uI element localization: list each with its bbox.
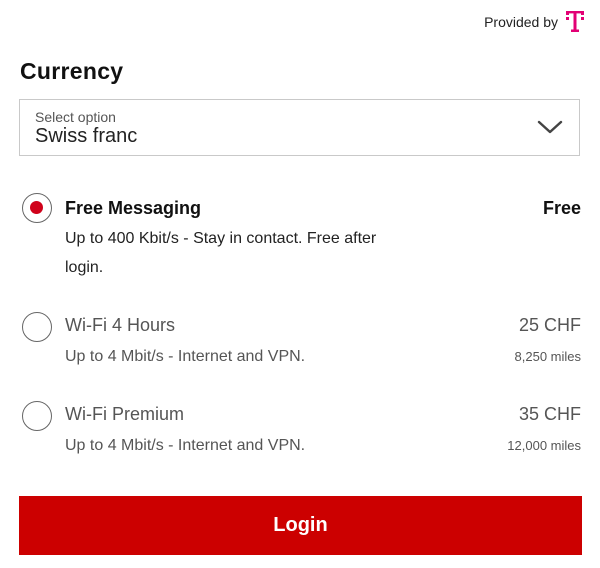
plan-option-wifi-4-hours[interactable]: Wi-Fi 4 Hours 25 CHF Up to 4 Mbit/s - In… (0, 310, 600, 370)
select-label: Select option (35, 109, 116, 125)
currency-select[interactable]: Select option Swiss franc (19, 99, 580, 156)
plan-description: Up to 4 Mbit/s - Internet and VPN. (65, 437, 306, 454)
plan-miles: 12,000 miles (507, 438, 581, 453)
plan-description: Up to 400 Kbit/s - Stay in contact. Free… (65, 230, 377, 276)
login-button[interactable]: Login (19, 496, 582, 555)
provided-by-label: Provided by (484, 14, 558, 30)
plan-option-free-messaging[interactable]: Free Messaging Free Up to 400 Kbit/s - S… (0, 192, 600, 284)
plan-price: Free (542, 198, 581, 218)
wifi-portal-page: Provided by Currency Select option Swiss… (0, 0, 600, 568)
plan-price: 25 CHF (518, 315, 581, 335)
chevron-down-icon (537, 120, 563, 134)
plan-option-wifi-premium[interactable]: Wi-Fi Premium 35 CHF Up to 4 Mbit/s - In… (0, 399, 600, 459)
radio-button-selected[interactable] (22, 193, 52, 223)
plan-name: Wi-Fi Premium (65, 404, 184, 424)
plan-name: Wi-Fi 4 Hours (65, 315, 176, 335)
plan-description: Up to 4 Mbit/s - Internet and VPN. (65, 348, 306, 365)
radio-button[interactable] (22, 312, 52, 342)
currency-title: Currency (20, 58, 124, 84)
plan-miles: 8,250 miles (514, 349, 581, 364)
radio-button[interactable] (22, 401, 52, 431)
plan-price: 35 CHF (518, 404, 581, 424)
plan-name: Free Messaging (65, 198, 202, 218)
provider-attribution: Provided by (484, 11, 584, 33)
t-logo-icon (566, 11, 584, 32)
select-value: Swiss franc (35, 125, 138, 147)
